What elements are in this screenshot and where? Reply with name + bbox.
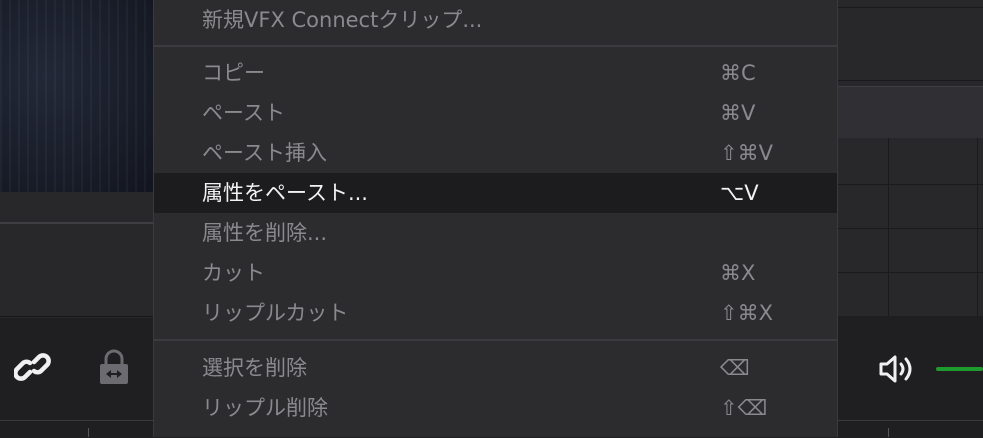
menu-item-label: 新規VFX Connectクリップ... — [202, 8, 483, 32]
link-icon[interactable] — [13, 350, 54, 386]
menu-item-label: ペースト — [202, 101, 285, 125]
divider — [838, 80, 983, 81]
ruler-tick — [88, 428, 89, 437]
menu-item-new-vfx-connect-clip[interactable]: 新規VFX Connectクリップ... — [154, 0, 837, 40]
menu-item-delete-selected[interactable]: 選択を削除 ⌫ — [154, 348, 837, 388]
menu-item-shortcut: ⇧⌘X — [720, 301, 773, 325]
menu-item-label: リップルカット — [202, 301, 349, 325]
menu-item-shortcut: ⇧⌘V — [720, 141, 773, 165]
menu-item-ripple-cut[interactable]: リップルカット ⇧⌘X — [154, 293, 837, 333]
menu-item-ripple-delete[interactable]: リップル削除 ⇧⌫ — [154, 388, 837, 428]
menu-item-shortcut: ⌫ — [720, 356, 750, 380]
divider — [0, 222, 153, 224]
audio-level-meter — [936, 367, 983, 371]
grid-line — [838, 272, 983, 273]
menu-separator — [154, 339, 837, 341]
menu-item-label: 選択を削除 — [202, 356, 307, 380]
grid-line — [977, 138, 978, 316]
track-grid — [838, 138, 983, 316]
menu-item-paste-insert[interactable]: ペースト挿入 ⇧⌘V — [154, 133, 837, 173]
divider — [838, 7, 983, 8]
context-menu: 新規VFX Connectクリップ... コピー ⌘C ペースト ⌘V ペースト… — [153, 0, 838, 437]
right-panel-header — [838, 86, 983, 139]
menu-item-shortcut: ⇧⌫ — [720, 396, 768, 420]
right-panel — [838, 0, 983, 86]
menu-item-label: カット — [202, 261, 265, 285]
viewer-image — [0, 0, 153, 192]
divider — [0, 316, 153, 317]
menu-item-paste[interactable]: ペースト ⌘V — [154, 93, 837, 133]
menu-item-shortcut: ⌘X — [720, 261, 756, 285]
grid-line — [838, 228, 983, 229]
grid-line — [888, 138, 889, 316]
menu-item-shortcut: ⌘C — [720, 61, 756, 85]
menu-item-cut[interactable]: カット ⌘X — [154, 253, 837, 293]
menu-item-copy[interactable]: コピー ⌘C — [154, 53, 837, 93]
lock-icon[interactable] — [94, 348, 134, 388]
speaker-icon[interactable] — [878, 353, 916, 385]
menu-item-shortcut: ⌥V — [720, 181, 759, 205]
ruler-tick — [888, 428, 889, 437]
menu-item-label: リップル削除 — [202, 396, 328, 420]
menu-item-label: コピー — [202, 61, 265, 85]
menu-item-shortcut: ⌘V — [720, 101, 756, 125]
menu-item-label: 属性をペースト... — [202, 181, 368, 205]
grid-line — [838, 184, 983, 185]
menu-item-paste-attributes[interactable]: 属性をペースト... ⌥V — [154, 173, 837, 213]
menu-item-remove-attributes[interactable]: 属性を削除... — [154, 213, 837, 253]
menu-item-label: 属性を削除... — [202, 221, 328, 245]
menu-item-label: ペースト挿入 — [202, 141, 327, 165]
left-panel — [0, 192, 153, 318]
menu-separator — [154, 45, 837, 47]
